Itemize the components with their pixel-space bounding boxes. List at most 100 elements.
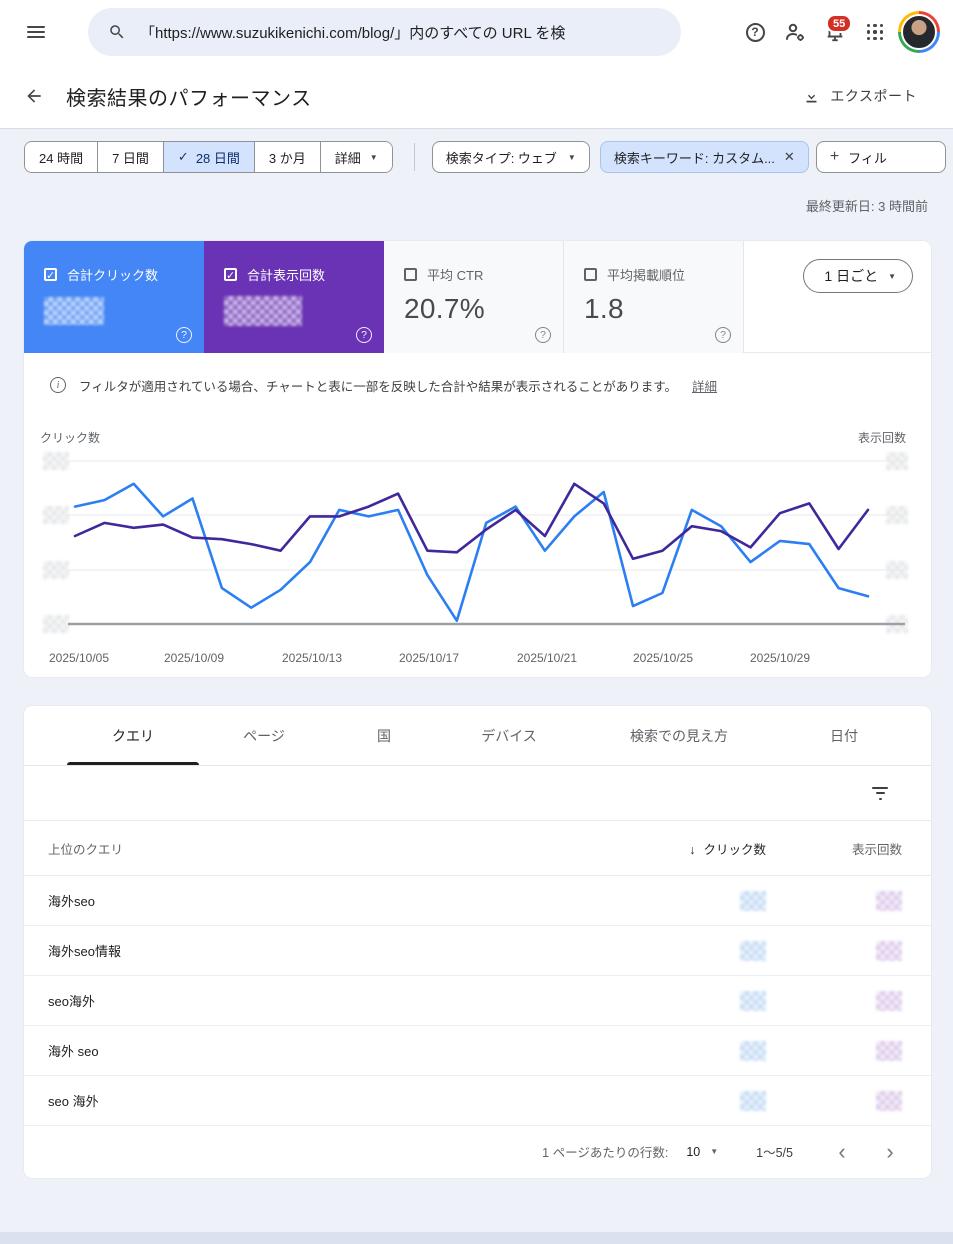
filter-bar: 24 時間7 日間✓28 日間3 か月詳細▼ 検索タイプ: ウェブ ▼ 検索キー… [24, 141, 953, 173]
table-row[interactable]: seo海外 [24, 976, 931, 1026]
back-button[interactable] [24, 86, 44, 106]
chevron-down-icon: ▼ [568, 153, 576, 162]
tab-5[interactable]: 検索での見え方 [579, 706, 779, 765]
table-row[interactable]: 海外seo情報 [24, 926, 931, 976]
person-gear-icon [783, 20, 807, 44]
info-banner-text: フィルタが適用されている場合、チャートと表に一部を反映した合計や結果が表示される… [79, 376, 677, 395]
account-settings-button[interactable] [775, 12, 815, 52]
page-header: 検索結果のパフォーマンス エクスポート [0, 64, 953, 129]
next-page-button[interactable]: › [875, 1142, 905, 1162]
column-header-impressions[interactable]: 表示回数 [766, 839, 902, 858]
tab-3[interactable]: 国 [329, 706, 439, 765]
blurred-impressions-cell [876, 1041, 902, 1061]
learn-more-link[interactable]: 詳細 [692, 376, 717, 395]
help-icon[interactable]: ? [176, 327, 192, 343]
rows-per-page-label: 1 ページあたりの行数: [542, 1142, 668, 1161]
info-icon: i [50, 377, 66, 393]
date-range-option[interactable]: 24 時間 [25, 142, 97, 172]
timeseries-chart: クリック数 表示回数 2025/10/052025/10/092025/10/1… [24, 429, 931, 669]
help-icon[interactable]: ? [715, 327, 731, 343]
tab-4[interactable]: デバイス [439, 706, 579, 765]
account-avatar[interactable] [895, 8, 943, 56]
rows-per-page-value[interactable]: 10 [686, 1145, 700, 1159]
chevron-down-icon: ▼ [888, 272, 896, 281]
help-icon[interactable]: ? [535, 327, 551, 343]
previous-page-button[interactable]: ‹ [827, 1142, 857, 1162]
position-value: 1.8 [584, 293, 743, 325]
chevron-down-icon[interactable]: ▼ [710, 1147, 718, 1156]
metric-tile-average-ctr[interactable]: 平均 CTR 20.7% ? [384, 241, 564, 353]
menu-button[interactable] [16, 12, 56, 52]
dimension-tabs: クエリページ国デバイス検索での見え方日付 [24, 706, 931, 766]
blurred-impressions-cell [876, 941, 902, 961]
metric-tile-total-clicks[interactable]: ✓合計クリック数 ? [24, 241, 204, 353]
date-range-option[interactable]: 7 日間 [97, 142, 163, 172]
download-icon [803, 88, 820, 105]
metric-tiles: ✓合計クリック数 ? ✓合計表示回数 ? 平均 CTR 20.7% ? 平均掲載… [24, 241, 931, 353]
date-range-option[interactable]: 3 か月 [254, 142, 320, 172]
notifications-button[interactable]: 55 [815, 12, 855, 52]
checkbox-unchecked-icon [404, 268, 417, 281]
notification-badge: 55 [826, 14, 852, 33]
add-filter-chip[interactable]: + フィル [816, 141, 946, 173]
blurred-clicks-value [44, 297, 104, 325]
sort-desc-icon: ↓ [689, 843, 695, 857]
search-box[interactable]: 「https://www.suzukikenichi.com/blog/」内のす… [88, 8, 681, 56]
query-text: 海外seo情報 [24, 941, 646, 960]
help-icon[interactable]: ? [356, 327, 372, 343]
chevron-down-icon: ▼ [370, 153, 378, 162]
blurred-impressions-cell [876, 891, 902, 911]
metric-tile-average-position[interactable]: 平均掲載順位 1.8 ? [564, 241, 744, 353]
date-range-custom[interactable]: 詳細▼ [320, 142, 392, 172]
chart-canvas[interactable] [24, 447, 931, 652]
help-icon: ? [746, 23, 765, 42]
x-axis-labels: 2025/10/052025/10/092025/10/132025/10/17… [24, 651, 931, 669]
query-text: seo海外 [24, 991, 646, 1010]
metric-tile-total-impressions[interactable]: ✓合計表示回数 ? [204, 241, 384, 353]
apps-button[interactable] [855, 12, 895, 52]
column-header-clicks[interactable]: ↓クリック数 [646, 839, 766, 858]
blurred-clicks-cell [740, 891, 766, 911]
close-icon[interactable]: ✕ [784, 149, 795, 165]
blurred-impressions-value [224, 296, 302, 326]
apps-grid-icon [867, 24, 883, 40]
performance-summary-card: ✓合計クリック数 ? ✓合計表示回数 ? 平均 CTR 20.7% ? 平均掲載… [24, 241, 931, 677]
avatar-ring [898, 11, 940, 53]
page-bottom-strip [0, 1232, 953, 1244]
x-tick-label: 2025/10/25 [623, 651, 703, 665]
help-button[interactable]: ? [735, 12, 775, 52]
granularity-label: 1 日ごと [824, 266, 878, 286]
metric-label: 平均 CTR [427, 265, 483, 284]
check-icon: ✓ [178, 149, 189, 165]
table-row[interactable]: 海外 seo [24, 1026, 931, 1076]
x-tick-label: 2025/10/05 [39, 651, 119, 665]
left-axis-label: クリック数 [40, 429, 100, 446]
blurred-impressions-cell [876, 1091, 902, 1111]
table-row[interactable]: seo 海外 [24, 1076, 931, 1126]
tab-6[interactable]: 日付 [779, 706, 909, 765]
app-bar: 「https://www.suzukikenichi.com/blog/」内のす… [0, 0, 953, 64]
date-range-option[interactable]: ✓28 日間 [163, 142, 254, 172]
filter-divider [414, 143, 415, 171]
pagination: 1 ページあたりの行数: 10 ▼ 1～5/5 ‹ › [24, 1126, 931, 1177]
metric-label: 合計表示回数 [247, 265, 325, 284]
tab-1[interactable]: クエリ [67, 706, 199, 765]
series-表示回数 [75, 484, 868, 559]
table-header: 上位のクエリ ↓クリック数 表示回数 [24, 821, 931, 876]
tab-2[interactable]: ページ [199, 706, 329, 765]
keyword-filter-chip[interactable]: 検索キーワード: カスタム... ✕ [600, 141, 809, 173]
granularity-area: 1 日ごと ▼ [744, 241, 931, 352]
granularity-dropdown[interactable]: 1 日ごと ▼ [803, 259, 913, 293]
query-text: seo 海外 [24, 1091, 646, 1110]
search-query-text: 「https://www.suzukikenichi.com/blog/」内のす… [140, 22, 565, 43]
table-row[interactable]: 海外seo [24, 876, 931, 926]
query-text: 海外seo [24, 891, 646, 910]
right-axis-label: 表示回数 [858, 429, 906, 446]
checkbox-checked-icon: ✓ [44, 268, 57, 281]
filter-list-button[interactable] [872, 787, 888, 800]
plus-icon: + [830, 148, 839, 166]
x-tick-label: 2025/10/21 [507, 651, 587, 665]
export-button[interactable]: エクスポート [803, 86, 917, 106]
search-type-chip[interactable]: 検索タイプ: ウェブ ▼ [432, 141, 590, 173]
checkbox-unchecked-icon [584, 268, 597, 281]
